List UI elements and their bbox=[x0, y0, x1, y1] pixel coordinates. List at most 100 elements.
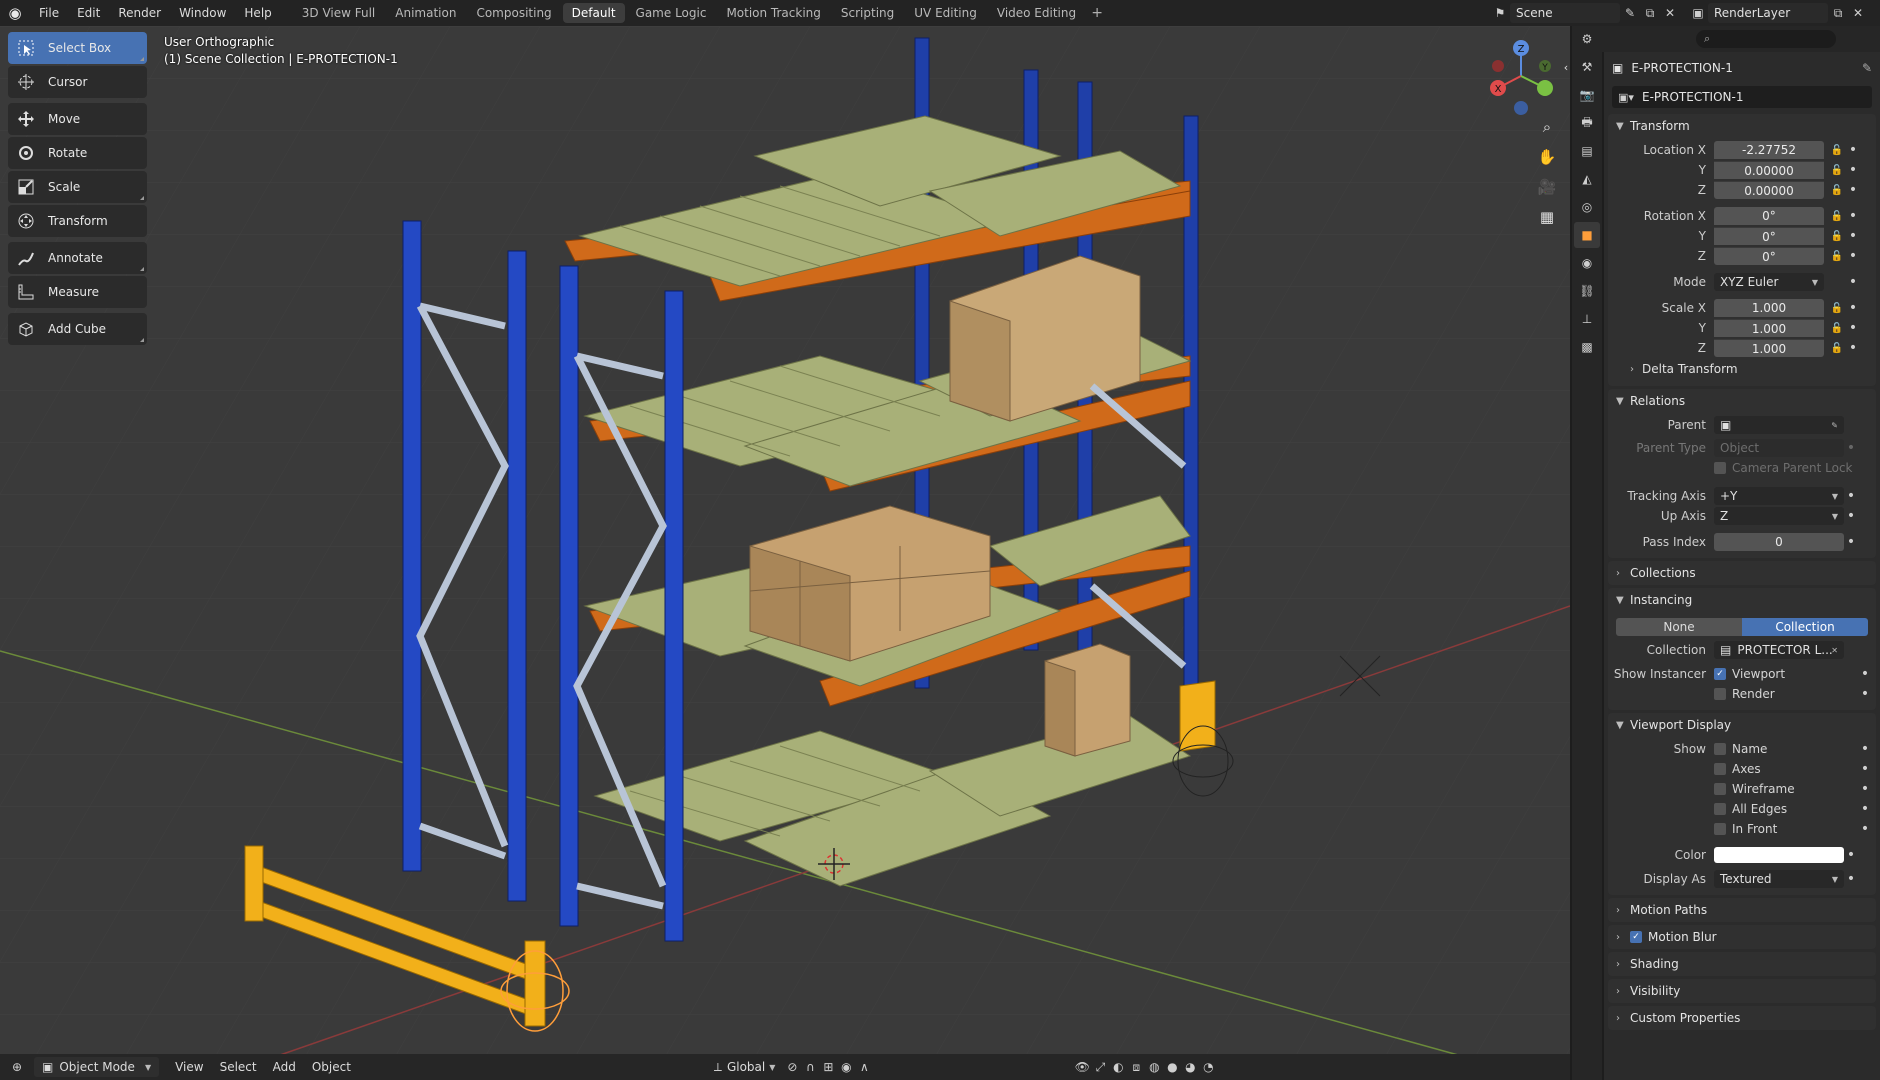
motion-blur-checkbox[interactable]: ✓ bbox=[1630, 931, 1642, 943]
tool-annotate[interactable]: Annotate bbox=[8, 242, 147, 274]
keyframe-dot-icon[interactable]: • bbox=[1846, 320, 1860, 336]
show-in-front-checkbox[interactable]: In Front bbox=[1714, 820, 1777, 838]
lock-icon[interactable]: 🔓 bbox=[1828, 145, 1846, 156]
visibility-panel-header[interactable]: › Visibility bbox=[1608, 979, 1876, 1003]
eyedropper-icon[interactable]: ✎ bbox=[1831, 421, 1838, 430]
tool-scale[interactable]: Scale bbox=[8, 171, 147, 203]
instance-collection-field[interactable]: ▤ PROTECTOR L... ✕ bbox=[1714, 641, 1844, 659]
delete-scene-icon[interactable]: ✕ bbox=[1660, 3, 1680, 23]
transform-panel-header[interactable]: ▼ Transform bbox=[1608, 114, 1876, 138]
rotation-y-field[interactable]: 0° bbox=[1714, 227, 1824, 245]
snap-target-icon[interactable]: ⊞ bbox=[819, 1057, 837, 1077]
blender-logo-icon[interactable]: ◉ bbox=[0, 0, 30, 26]
lock-icon[interactable]: 🔓 bbox=[1828, 343, 1846, 354]
data-tab-icon[interactable]: ⊥ bbox=[1574, 306, 1600, 332]
viewport-display-panel-header[interactable]: ▼ Viewport Display bbox=[1608, 713, 1876, 737]
rotation-mode-dropdown[interactable]: XYZ Euler ▼ bbox=[1714, 273, 1824, 291]
keyframe-dot-icon[interactable]: • bbox=[1858, 801, 1872, 817]
3d-viewport[interactable]: User Orthographic (1) Scene Collection |… bbox=[0, 26, 1570, 1062]
lock-icon[interactable]: 🔓 bbox=[1828, 185, 1846, 196]
instancing-panel-header[interactable]: ▼ Instancing bbox=[1608, 588, 1876, 612]
menu-select[interactable]: Select bbox=[212, 1060, 265, 1074]
instancing-collection-button[interactable]: Collection bbox=[1742, 618, 1868, 636]
display-as-dropdown[interactable]: Textured ▼ bbox=[1714, 870, 1844, 888]
menu-add[interactable]: Add bbox=[265, 1060, 304, 1074]
keyframe-dot-icon[interactable]: • bbox=[1858, 821, 1872, 837]
zoom-icon[interactable]: ⌕ bbox=[1534, 114, 1560, 140]
menu-object[interactable]: Object bbox=[304, 1060, 359, 1074]
texture-tab-icon[interactable]: ▩ bbox=[1574, 334, 1600, 360]
gizmo-toggle-icon[interactable]: ⤢ bbox=[1091, 1057, 1109, 1077]
motion-paths-panel-header[interactable]: › Motion Paths bbox=[1608, 898, 1876, 922]
keyframe-dot-icon[interactable]: • bbox=[1846, 182, 1860, 198]
lock-icon[interactable]: 🔓 bbox=[1828, 231, 1846, 242]
tab-motion-tracking[interactable]: Motion Tracking bbox=[717, 3, 829, 23]
rotation-x-field[interactable]: 0° bbox=[1714, 207, 1824, 225]
lock-icon[interactable]: 🔓 bbox=[1828, 211, 1846, 222]
overlays-icon[interactable]: ◐ bbox=[1109, 1057, 1127, 1077]
navigation-gizmo[interactable]: Z X Y bbox=[1485, 36, 1557, 119]
lock-icon[interactable]: 🔓 bbox=[1828, 251, 1846, 262]
tool-measure[interactable]: Measure bbox=[8, 276, 147, 308]
parent-field[interactable]: ▣ ✎ bbox=[1714, 416, 1844, 434]
shading-wireframe-icon[interactable]: ◍ bbox=[1145, 1057, 1163, 1077]
keyframe-dot-icon[interactable]: • bbox=[1858, 666, 1872, 682]
pin-icon[interactable]: ✎ bbox=[1862, 61, 1872, 75]
location-x-field[interactable]: -2.27752 bbox=[1714, 141, 1824, 159]
camera-parent-lock-checkbox[interactable]: Camera Parent Lock bbox=[1714, 459, 1853, 477]
shading-rendered-icon[interactable]: ◔ bbox=[1199, 1057, 1217, 1077]
show-wireframe-checkbox[interactable]: Wireframe bbox=[1714, 780, 1795, 798]
perspective-grid-icon[interactable]: ▦ bbox=[1534, 204, 1560, 230]
tab-scripting[interactable]: Scripting bbox=[832, 3, 903, 23]
parent-type-dropdown[interactable]: Object bbox=[1714, 439, 1844, 457]
lock-icon[interactable]: 🔓 bbox=[1828, 165, 1846, 176]
show-instancer-render-checkbox[interactable]: Render bbox=[1714, 685, 1775, 703]
mode-dropdown[interactable]: ▣ Object Mode ▼ bbox=[34, 1057, 160, 1077]
xray-icon[interactable]: ⧈ bbox=[1127, 1057, 1145, 1077]
keyframe-dot-icon[interactable]: • bbox=[1846, 340, 1860, 356]
tool-move[interactable]: Move bbox=[8, 103, 147, 135]
menu-view[interactable]: View bbox=[167, 1060, 211, 1074]
keyframe-dot-icon[interactable]: • bbox=[1844, 534, 1858, 550]
keyframe-dot-icon[interactable]: • bbox=[1858, 761, 1872, 777]
menu-render[interactable]: Render bbox=[109, 0, 170, 26]
object-tab-icon[interactable]: ■ bbox=[1574, 222, 1600, 248]
menu-file[interactable]: File bbox=[30, 0, 68, 26]
keyframe-dot-icon[interactable]: • bbox=[1844, 847, 1858, 863]
show-instancer-viewport-checkbox[interactable]: ✓ Viewport bbox=[1714, 665, 1785, 683]
show-name-checkbox[interactable]: Name bbox=[1714, 740, 1767, 758]
tool-select-box[interactable]: Select Box bbox=[8, 32, 147, 64]
output-tab-icon[interactable]: 🖶 bbox=[1574, 110, 1600, 136]
tool-tab-icon[interactable]: ⚒ bbox=[1574, 54, 1600, 80]
close-icon[interactable]: ✕ bbox=[1831, 646, 1838, 655]
scene-name-field[interactable]: Scene bbox=[1510, 3, 1620, 23]
delta-transform-subpanel[interactable]: › Delta Transform bbox=[1608, 358, 1876, 380]
keyframe-dot-icon[interactable]: • bbox=[1846, 228, 1860, 244]
tool-add-cube[interactable]: Add Cube bbox=[8, 313, 147, 345]
editor-type-icon[interactable]: ⊕ bbox=[8, 1057, 26, 1077]
shading-solid-icon[interactable]: ● bbox=[1163, 1057, 1181, 1077]
tab-animation[interactable]: Animation bbox=[386, 3, 465, 23]
tab-default[interactable]: Default bbox=[562, 3, 625, 23]
properties-search-input[interactable]: ⌕ bbox=[1696, 30, 1836, 48]
keyframe-dot-icon[interactable]: • bbox=[1844, 871, 1858, 887]
delete-layer-icon[interactable]: ✕ bbox=[1848, 3, 1868, 23]
collections-panel-header[interactable]: › Collections bbox=[1608, 561, 1876, 585]
collapse-sidebar-icon[interactable]: ‹ bbox=[1560, 54, 1570, 80]
tracking-axis-dropdown[interactable]: +Y ▼ bbox=[1714, 487, 1844, 505]
tab-video-editing[interactable]: Video Editing bbox=[988, 3, 1085, 23]
scene-tab-icon[interactable]: ◭ bbox=[1574, 166, 1600, 192]
keyframe-dot-icon[interactable]: • bbox=[1846, 208, 1860, 224]
pivot-icon[interactable]: ⊘ bbox=[783, 1057, 801, 1077]
proportional-edit-icon[interactable]: ◉ bbox=[837, 1057, 855, 1077]
menu-edit[interactable]: Edit bbox=[68, 0, 109, 26]
motion-blur-panel-header[interactable]: › ✓ Motion Blur bbox=[1608, 925, 1876, 949]
show-axes-checkbox[interactable]: Axes bbox=[1714, 760, 1761, 778]
scale-z-field[interactable]: 1.000 bbox=[1714, 339, 1824, 357]
render-layer-field[interactable]: RenderLayer bbox=[1708, 3, 1828, 23]
keyframe-dot-icon[interactable]: • bbox=[1858, 741, 1872, 757]
world-tab-icon[interactable]: ◎ bbox=[1574, 194, 1600, 220]
keyframe-dot-icon[interactable]: • bbox=[1846, 248, 1860, 264]
keyframe-dot-icon[interactable]: • bbox=[1844, 508, 1858, 524]
tool-cursor[interactable]: Cursor bbox=[8, 66, 147, 98]
